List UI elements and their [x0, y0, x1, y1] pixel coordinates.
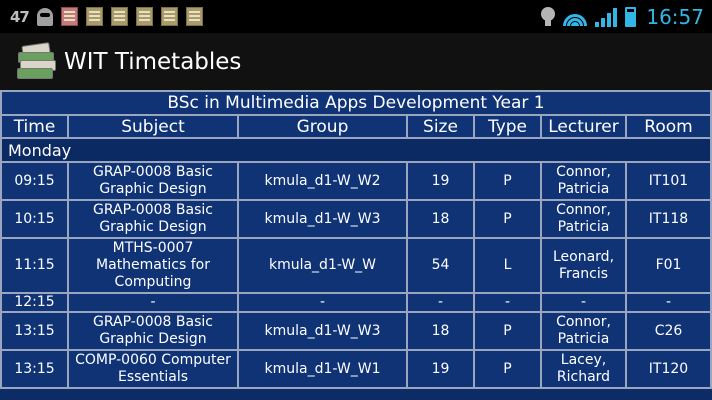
snapchat-ghost-icon: [36, 7, 53, 26]
notes-icon: [135, 7, 153, 26]
cell-subject: GRAP-0008 Basic Graphic Design: [69, 201, 237, 237]
cell-lecturer: Connor, Patricia: [542, 313, 625, 349]
notes-icon: [110, 7, 128, 26]
cell-size: 19: [408, 351, 473, 387]
cell-lecturer: Leonard, Francis: [542, 239, 625, 292]
cell-size: 18: [408, 201, 473, 237]
cell-lecturer: Connor, Patricia: [542, 163, 625, 199]
cell-group: kmula_d1-W_W3: [239, 201, 406, 237]
cell-time: 12:15: [2, 294, 67, 311]
column-header-time: Time: [2, 116, 67, 137]
cell-room: IT118: [627, 201, 710, 237]
action-bar: WIT Timetables: [0, 33, 712, 91]
column-header-subject: Subject: [69, 116, 237, 137]
cell-size: 19: [408, 163, 473, 199]
app-title: WIT Timetables: [64, 48, 242, 75]
notes-icon: [185, 7, 203, 26]
calendar-icon: [60, 7, 78, 26]
bulb-icon: [541, 6, 556, 27]
timetable-container[interactable]: BSc in Multimedia Apps Development Year …: [0, 90, 712, 400]
cell-size: 54: [408, 239, 473, 292]
cell-group: kmula_d1-W_W2: [239, 163, 406, 199]
table-row[interactable]: 13:15 GRAP-0008 Basic Graphic Design kmu…: [2, 313, 710, 349]
table-row[interactable]: 09:15 GRAP-0008 Basic Graphic Design kmu…: [2, 163, 710, 199]
signal-icon: [595, 7, 618, 27]
day-header: Monday: [2, 139, 710, 161]
cell-time: 09:15: [2, 163, 67, 199]
cell-subject: -: [69, 294, 237, 311]
cell-room: F01: [627, 239, 710, 292]
books-stack-icon[interactable]: [16, 41, 56, 82]
battery-icon: [625, 6, 637, 27]
cell-room: -: [627, 294, 710, 311]
cell-subject: GRAP-0008 Basic Graphic Design: [69, 313, 237, 349]
cell-type: P: [475, 351, 540, 387]
status-bar: 47 16:57: [0, 0, 712, 33]
cell-group: -: [239, 294, 406, 311]
table-row[interactable]: 13:15 COMP-0060 Computer Essentials kmul…: [2, 351, 710, 387]
cell-type: P: [475, 163, 540, 199]
column-header-size: Size: [408, 116, 473, 137]
cell-group: kmula_d1-W_W1: [239, 351, 406, 387]
cell-type: P: [475, 313, 540, 349]
cell-room: C26: [627, 313, 710, 349]
cell-lecturer: -: [542, 294, 625, 311]
cell-size: 18: [408, 313, 473, 349]
table-row[interactable]: 10:15 GRAP-0008 Basic Graphic Design kmu…: [2, 201, 710, 237]
cell-type: P: [475, 201, 540, 237]
notes-icon: [160, 7, 178, 26]
notification-count: 47: [10, 7, 30, 26]
notes-icon: [85, 7, 103, 26]
cell-type: -: [475, 294, 540, 311]
cell-time: 11:15: [2, 239, 67, 292]
cell-lecturer: Connor, Patricia: [542, 201, 625, 237]
cell-time: 13:15: [2, 351, 67, 387]
cell-time: 10:15: [2, 201, 67, 237]
column-header-type: Type: [475, 116, 540, 137]
cell-room: IT101: [627, 163, 710, 199]
wifi-icon: [563, 8, 588, 26]
cell-size: -: [408, 294, 473, 311]
timetable: BSc in Multimedia Apps Development Year …: [0, 90, 712, 389]
table-row[interactable]: 12:15 - - - - - -: [2, 294, 710, 311]
column-header-lecturer: Lecturer: [542, 116, 625, 137]
cell-subject: COMP-0060 Computer Essentials: [69, 351, 237, 387]
cell-group: kmula_d1-W_W: [239, 239, 406, 292]
cell-lecturer: Lacey, Richard: [542, 351, 625, 387]
cell-subject: MTHS-0007 Mathematics for Computing: [69, 239, 237, 292]
cell-type: L: [475, 239, 540, 292]
course-title: BSc in Multimedia Apps Development Year …: [2, 92, 710, 114]
cell-subject: GRAP-0008 Basic Graphic Design: [69, 163, 237, 199]
column-header-room: Room: [627, 116, 710, 137]
table-row[interactable]: 11:15 MTHS-0007 Mathematics for Computin…: [2, 239, 710, 292]
cell-room: IT120: [627, 351, 710, 387]
cell-group: kmula_d1-W_W3: [239, 313, 406, 349]
clock: 16:57: [646, 4, 704, 29]
cell-time: 13:15: [2, 313, 67, 349]
column-header-group: Group: [239, 116, 406, 137]
